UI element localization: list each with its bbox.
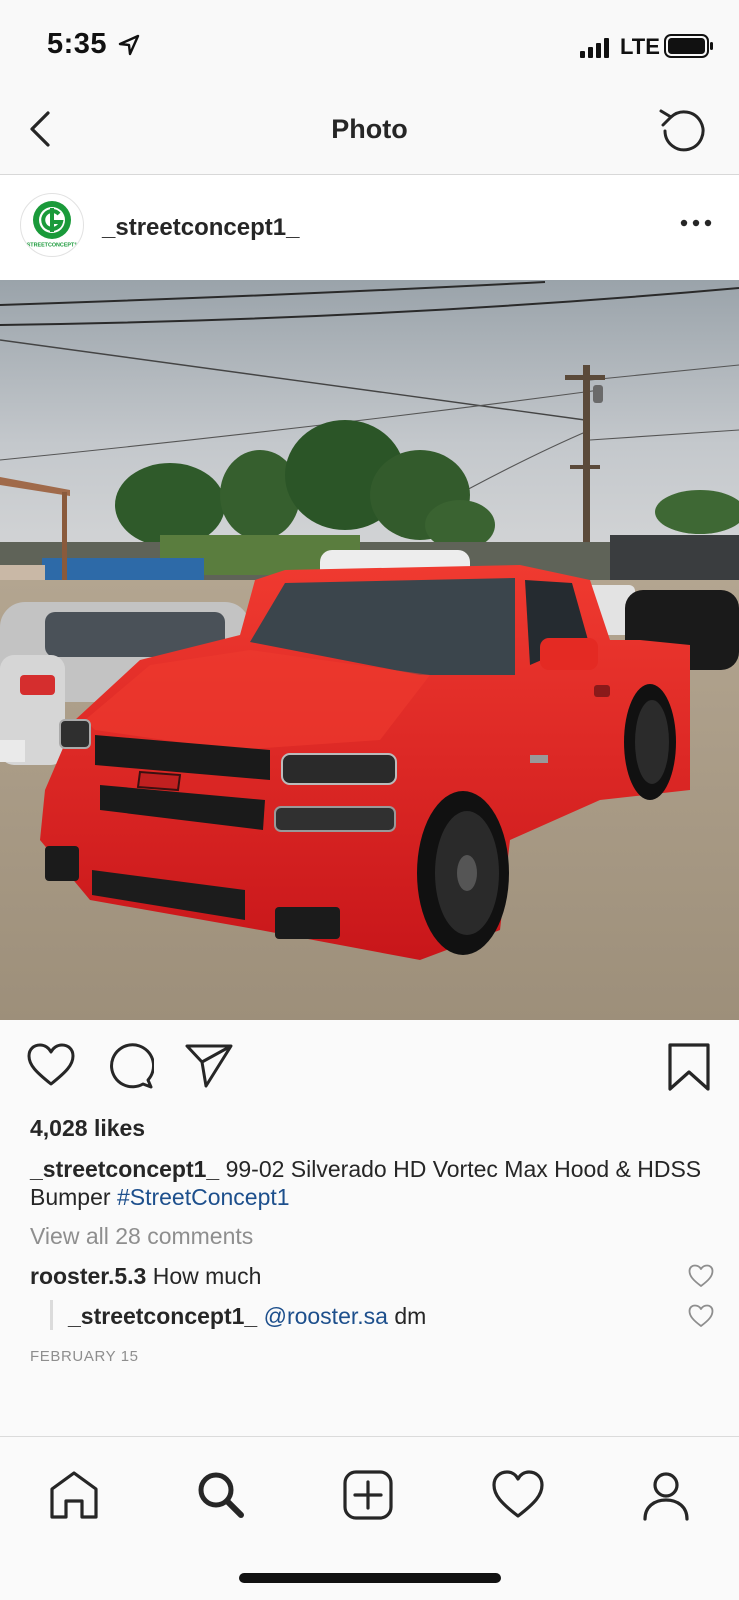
signal-bars-icon <box>580 38 609 58</box>
comment-text: How much <box>146 1263 262 1289</box>
truck-photo <box>0 280 739 1020</box>
post-username[interactable]: _streetconcept1_ <box>102 214 299 242</box>
comment-like-heart-icon[interactable] <box>688 1264 714 1288</box>
caption-hashtag[interactable]: #StreetConcept1 <box>117 1184 290 1210</box>
battery-icon <box>664 34 713 58</box>
new-post-icon[interactable] <box>340 1467 396 1523</box>
likes-count[interactable]: 4,028 likes <box>30 1114 145 1142</box>
search-icon[interactable] <box>193 1467 249 1523</box>
view-all-comments-link[interactable]: View all 28 comments <box>30 1222 253 1250</box>
reply-thread-line <box>50 1300 53 1330</box>
heart-icon[interactable] <box>26 1042 76 1088</box>
home-icon[interactable] <box>46 1467 102 1523</box>
page-title: Photo <box>331 114 408 144</box>
svg-text:STREETCONCEPT1: STREETCONCEPT1 <box>27 243 78 249</box>
bookmark-icon[interactable] <box>666 1042 712 1092</box>
reply-text: dm <box>387 1303 427 1329</box>
caption-username[interactable]: _streetconcept1_ <box>30 1156 219 1182</box>
location-arrow-icon <box>118 34 140 56</box>
comment-username[interactable]: rooster.5.3 <box>30 1263 146 1289</box>
carrier-label: LTE <box>620 34 660 59</box>
avatar[interactable]: STREETCONCEPT1 <box>20 193 84 257</box>
brand-logo-icon: STREETCONCEPT1 <box>27 201 78 249</box>
post-header: STREETCONCEPT1 _streetconcept1_ <box>0 175 739 280</box>
share-icon[interactable] <box>184 1042 234 1088</box>
post-photo[interactable] <box>0 280 739 1020</box>
home-indicator[interactable] <box>239 1573 501 1583</box>
comment-item: rooster.5.3 How much <box>30 1262 261 1290</box>
post-date: FEBRUARY 15 <box>30 1348 139 1365</box>
comment-icon[interactable] <box>106 1042 154 1090</box>
reply-mention[interactable]: @rooster.sa <box>257 1303 388 1329</box>
profile-icon[interactable] <box>638 1467 694 1523</box>
activity-heart-icon[interactable] <box>490 1467 546 1523</box>
ellipsis-icon[interactable] <box>676 211 716 235</box>
post-actions <box>0 1020 739 1120</box>
nav-header: Photo <box>0 90 739 175</box>
reply-username[interactable]: _streetconcept1_ <box>68 1303 257 1329</box>
status-bar: 5:35 LTE <box>0 0 739 90</box>
post-caption: _streetconcept1_ 99-02 Silverado HD Vort… <box>30 1155 720 1211</box>
status-time: 5:35 <box>47 28 108 60</box>
reply-like-heart-icon[interactable] <box>688 1304 714 1328</box>
refresh-icon[interactable] <box>656 104 710 158</box>
reply-item: _streetconcept1_ @rooster.sa dm <box>68 1302 426 1330</box>
